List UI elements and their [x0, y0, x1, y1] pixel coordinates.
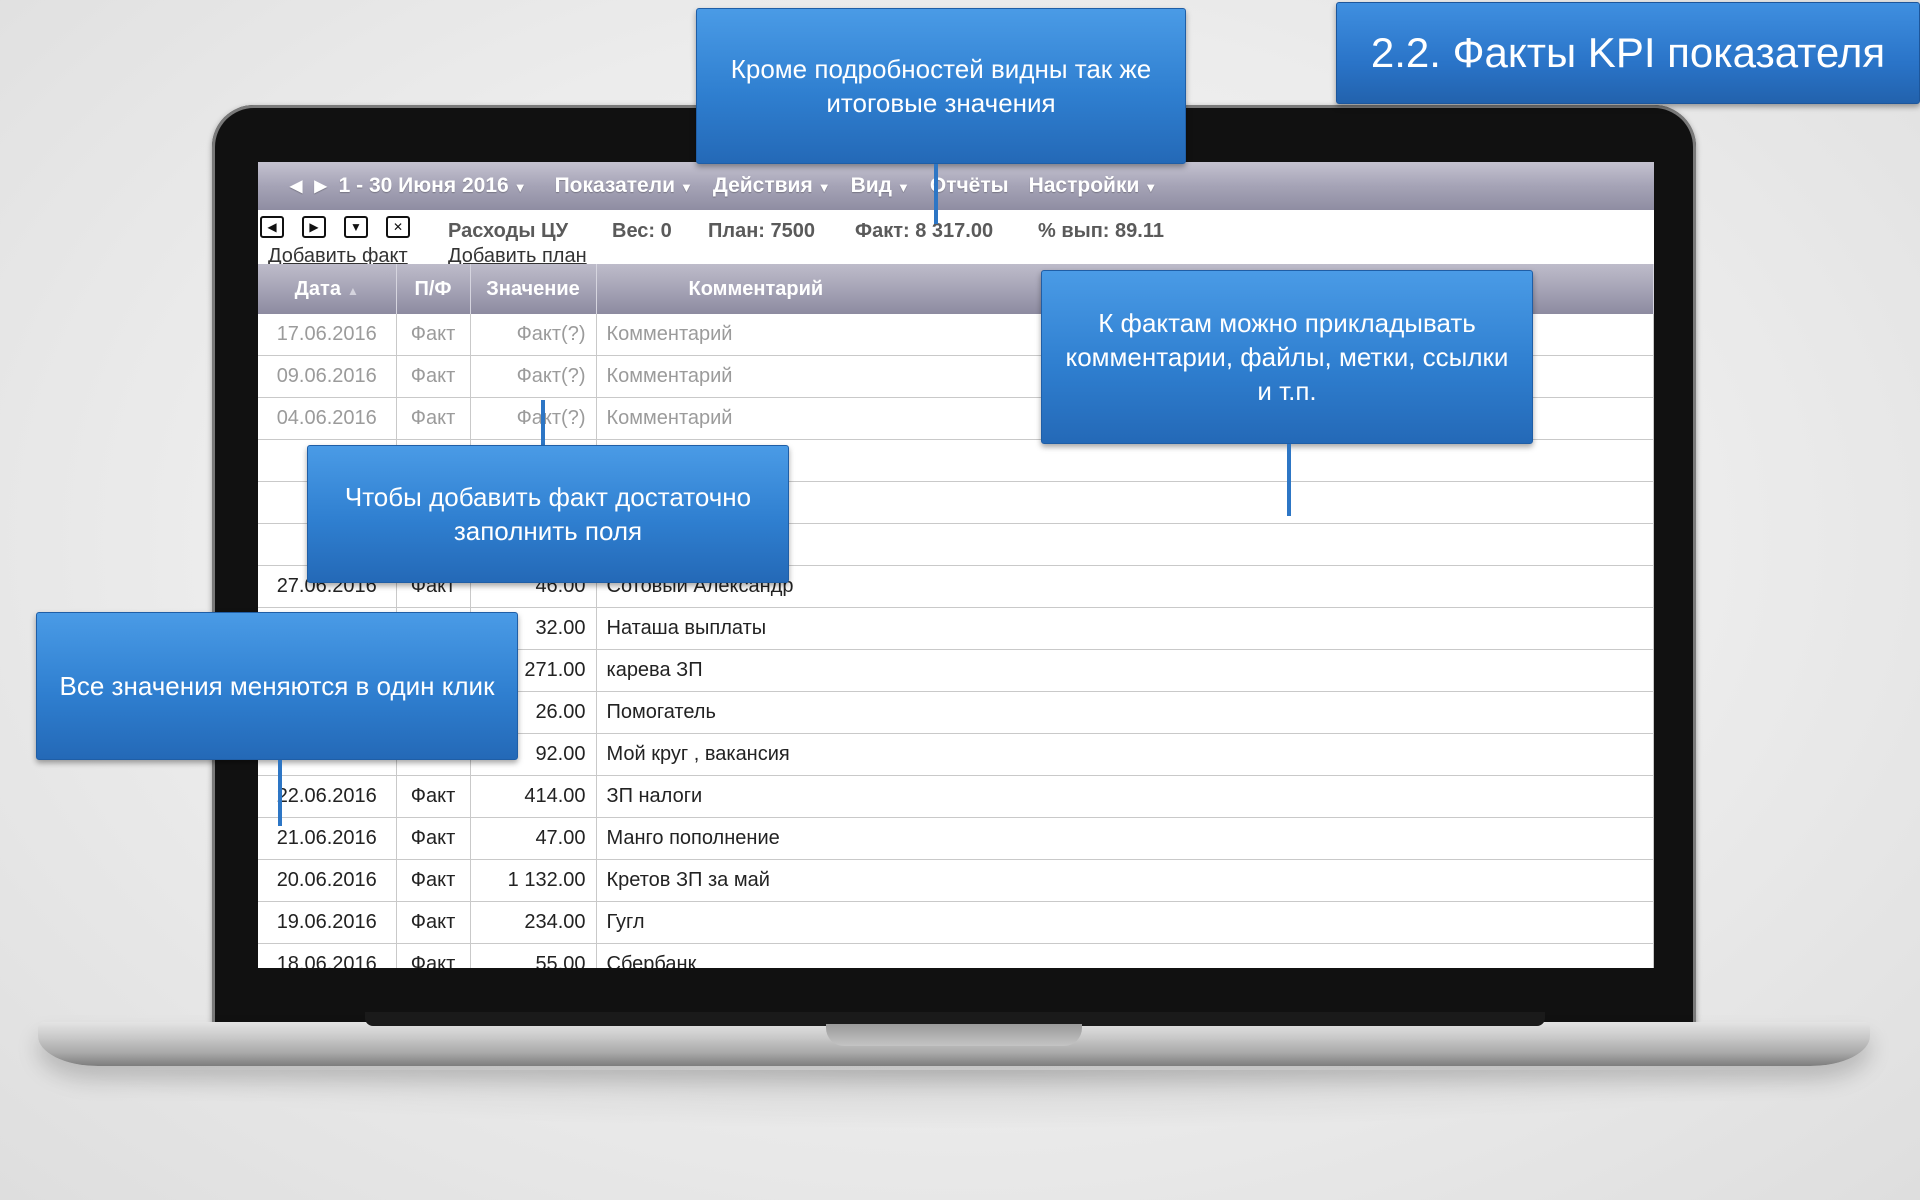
window-controls: ◀ ▶ ▼ ✕ [260, 216, 410, 238]
sort-asc-icon: ▲ [346, 283, 359, 298]
prev-period-icon[interactable]: ◀ [290, 176, 302, 196]
column-header-value[interactable]: Значение [470, 264, 597, 314]
cell-comment[interactable]: Наташа выплаты [596, 607, 1654, 650]
menubar: ◀ ▶ 1 - 30 Июня 2016 ▼ Показатели ▼ Действ… [258, 162, 1654, 210]
cell-comment[interactable]: карева ЗП [596, 649, 1654, 692]
menu-reports[interactable]: Отчёты [930, 174, 1009, 198]
chevron-down-icon: ▼ [513, 180, 527, 195]
cell-comment[interactable]: Гугл [596, 901, 1654, 944]
menu-settings[interactable]: Настройки ▼ [1029, 174, 1158, 198]
cell-comment[interactable]: Мой круг , вакансия [596, 733, 1654, 776]
cell-pf[interactable]: Факт [396, 775, 471, 818]
table-row[interactable]: 21.06.2016 Факт 47.00 Манго пополнение [258, 817, 1654, 860]
cell-pf[interactable]: Факт [396, 397, 471, 440]
indicator-info-bar: ◀ ▶ ▼ ✕ Расходы ЦУ Вес: 0 План: 7500 Фак… [258, 210, 1654, 267]
menu-indicators-label: Показатели [554, 174, 675, 197]
cell-date[interactable]: 17.06.2016 [258, 314, 397, 356]
cell-value[interactable]: 234.00 [470, 901, 597, 944]
cell-pf[interactable]: Факт [396, 901, 471, 944]
callout-add-fact-pointer [541, 400, 545, 446]
column-header-date[interactable]: Дата ▲ [258, 264, 397, 314]
column-header-date-label: Дата [294, 277, 341, 300]
collapse-left-icon[interactable]: ◀ [260, 216, 284, 238]
cell-date[interactable]: 19.06.2016 [258, 901, 397, 944]
menu-settings-label: Настройки [1028, 174, 1140, 197]
menu-reports-label: Отчёты [929, 174, 1009, 197]
cell-value[interactable]: 1 132.00 [470, 859, 597, 902]
menu-actions[interactable]: Действия ▼ [713, 174, 831, 198]
indicator-weight: Вес: 0 [612, 220, 672, 242]
callout-totals-pointer [934, 164, 938, 224]
menu-indicators[interactable]: Показатели ▼ [555, 174, 693, 198]
menu-actions-label: Действия [712, 174, 813, 197]
cell-comment[interactable]: ЗП налоги [596, 775, 1654, 818]
table-row[interactable]: 18.06.2016 Факт 55.00 Сбербанк [258, 943, 1654, 968]
callout-attachments: К фактам можно прикладывать комментарии,… [1041, 270, 1533, 444]
indicator-fact: Факт: 8 317.00 [855, 220, 994, 242]
cell-pf[interactable]: Факт [396, 355, 471, 398]
menu-view[interactable]: Вид ▼ [851, 174, 910, 198]
table-row[interactable]: 22.06.2016 Факт 414.00 ЗП налоги [258, 775, 1654, 818]
callout-one-click: Все значения меняются в один клик [36, 612, 518, 760]
close-icon[interactable]: ✕ [386, 216, 410, 238]
cell-pf[interactable]: Факт [396, 943, 471, 968]
chevron-down-icon: ▼ [896, 180, 910, 195]
cell-pf[interactable]: Факт [396, 314, 471, 356]
cell-date[interactable]: 20.06.2016 [258, 859, 397, 902]
cell-comment[interactable]: Манго пополнение [596, 817, 1654, 860]
callout-attachments-pointer [1287, 444, 1291, 516]
indicator-plan: План: 7500 [708, 220, 815, 242]
chevron-down-icon: ▼ [1144, 180, 1158, 195]
cell-pf[interactable]: Факт [396, 817, 471, 860]
cell-comment[interactable]: Кретов ЗП за май [596, 859, 1654, 902]
cell-comment[interactable]: Сбербанк [596, 943, 1654, 968]
cell-value[interactable]: 55.00 [470, 943, 597, 968]
cell-comment[interactable]: Помогатель [596, 691, 1654, 734]
indicator-name: Расходы ЦУ [448, 220, 569, 242]
menu-view-label: Вид [850, 174, 892, 197]
cell-value[interactable]: Факт(?) [470, 314, 597, 356]
cell-value[interactable]: Факт(?) [470, 397, 597, 440]
cell-date[interactable]: 18.06.2016 [258, 943, 397, 968]
cell-value[interactable]: 414.00 [470, 775, 597, 818]
table-row[interactable]: 19.06.2016 Факт 234.00 Гугл [258, 901, 1654, 944]
indicator-percent: % вып: 89.11 [1038, 220, 1164, 242]
table-row[interactable]: 20.06.2016 Факт 1 132.00 Кретов ЗП за май [258, 859, 1654, 902]
cell-value[interactable]: Факт(?) [470, 355, 597, 398]
date-range-selector[interactable]: 1 - 30 Июня 2016 ▼ [339, 174, 527, 198]
chevron-down-icon: ▼ [817, 180, 831, 195]
laptop-notch [826, 1024, 1082, 1046]
column-header-pf[interactable]: П/Ф [396, 264, 471, 314]
slide-title: 2.2. Факты KPI показателя [1336, 2, 1920, 104]
callout-totals: Кроме подробностей видны так же итоговые… [696, 8, 1186, 164]
cell-pf[interactable]: Факт [396, 859, 471, 902]
expand-down-icon[interactable]: ▼ [344, 216, 368, 238]
expand-right-icon[interactable]: ▶ [302, 216, 326, 238]
cell-date[interactable]: 04.06.2016 [258, 397, 397, 440]
callout-add-fact: Чтобы добавить факт достаточно заполнить… [307, 445, 789, 583]
chevron-down-icon: ▼ [679, 180, 693, 195]
callout-one-click-pointer [278, 760, 282, 826]
next-period-icon[interactable]: ▶ [314, 176, 326, 196]
laptop-shadow [60, 1070, 1860, 1130]
cell-value[interactable]: 47.00 [470, 817, 597, 860]
date-range-label: 1 - 30 Июня 2016 [338, 174, 509, 197]
cell-date[interactable]: 09.06.2016 [258, 355, 397, 398]
